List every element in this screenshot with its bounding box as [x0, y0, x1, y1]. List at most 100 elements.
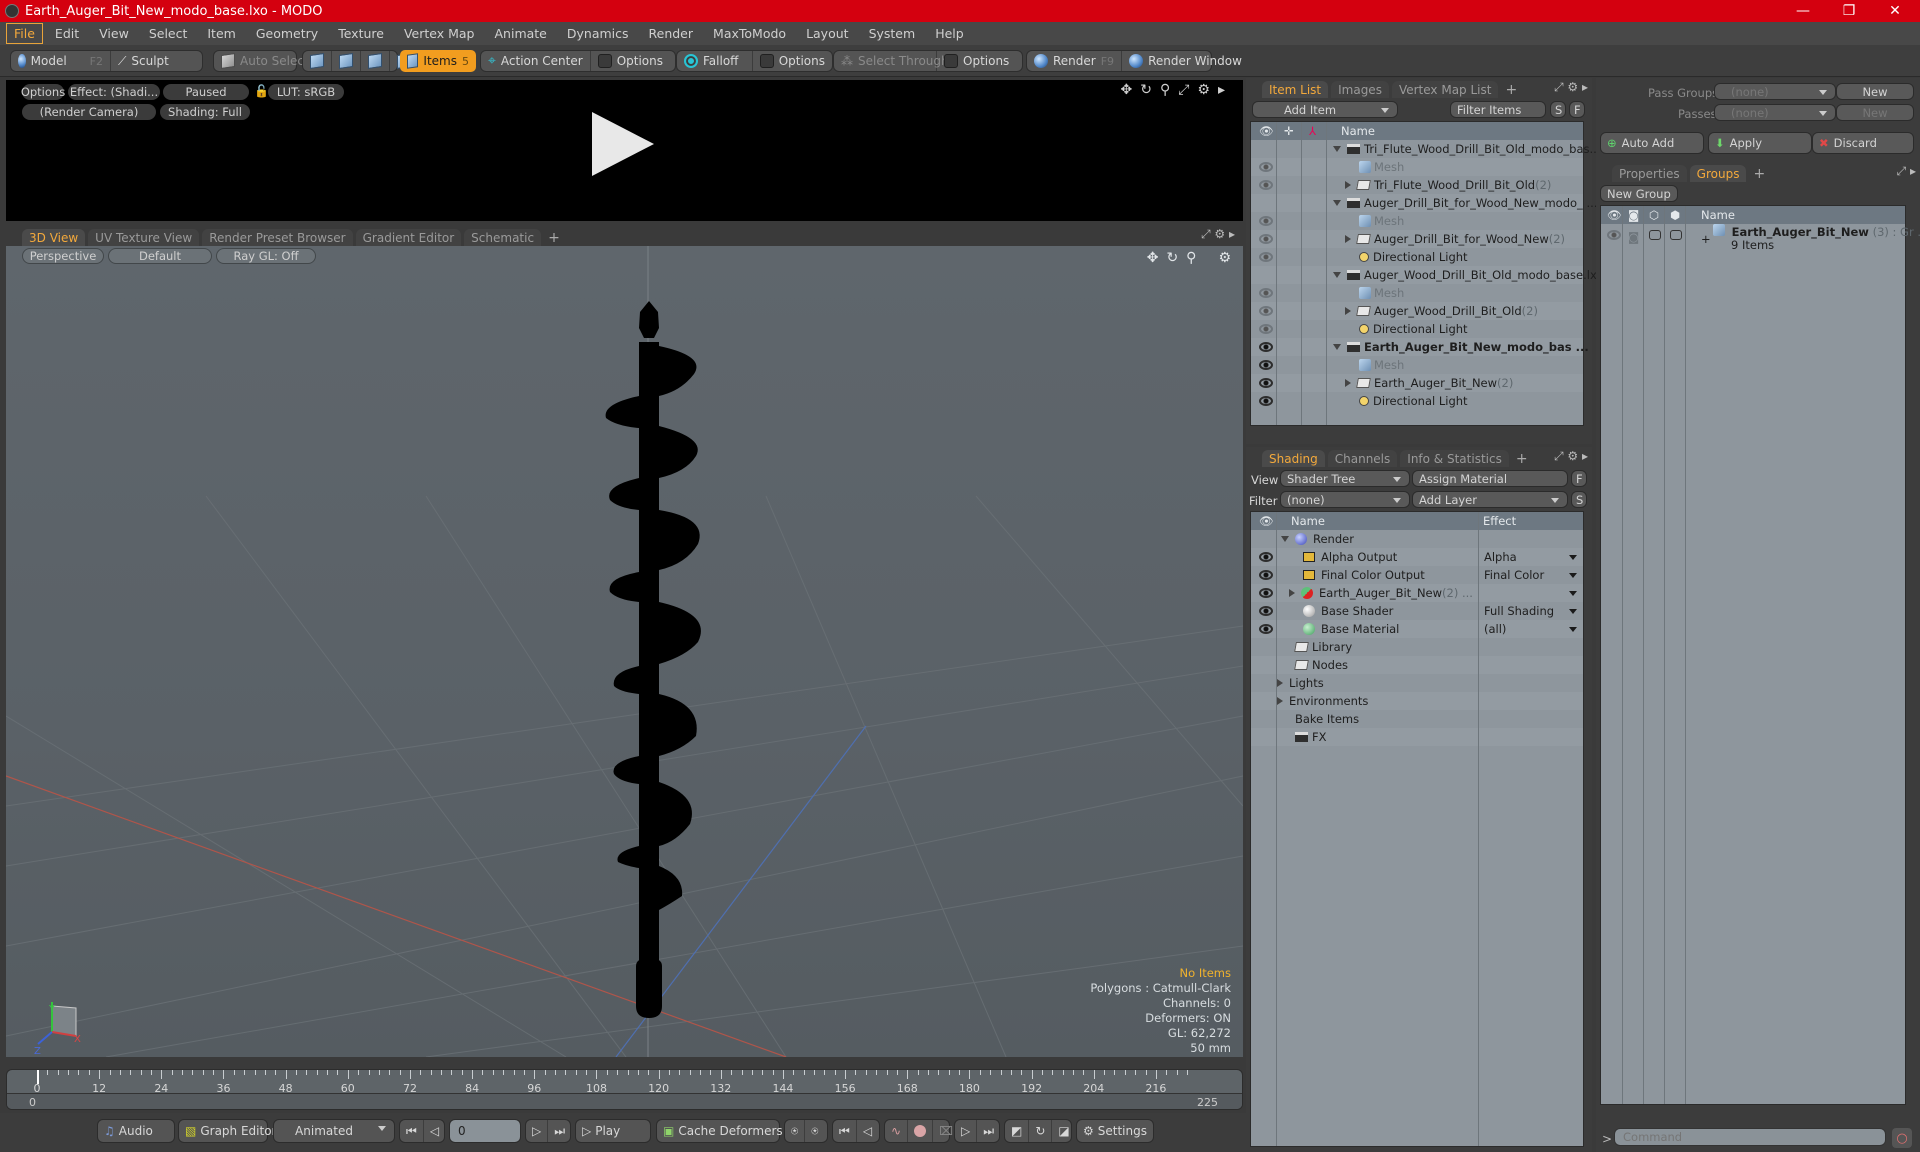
shader-tree-row[interactable]: FX: [1251, 728, 1583, 746]
effect-dropdown-arrow[interactable]: [1569, 590, 1577, 596]
select-through-button[interactable]: ⁂ Select Through: [834, 51, 949, 71]
shader-tree-row[interactable]: Environments: [1251, 692, 1583, 710]
visibility-eye-icon[interactable]: [1259, 306, 1273, 316]
render-toggle-icon[interactable]: ◙: [1628, 230, 1639, 244]
play-button[interactable]: ▷ Play: [575, 1119, 651, 1143]
render-column-icon[interactable]: ◙: [1628, 208, 1639, 222]
shading-dropdown[interactable]: Shading: Full: [160, 104, 250, 120]
menu-maxtomodo[interactable]: MaxToModo: [705, 23, 794, 44]
panel-controls-icon[interactable]: ⤢ ⚙ ▸: [1554, 80, 1588, 95]
add-tab-button[interactable]: +: [1501, 82, 1521, 98]
expand-arrow-icon[interactable]: ▸: [1218, 82, 1225, 98]
lock-icon[interactable]: 🔓: [254, 84, 269, 98]
auto-select-button[interactable]: Auto Select: [214, 51, 316, 71]
effect-dropdown-arrow[interactable]: [1569, 626, 1577, 632]
go-to-end-button[interactable]: ⏭: [548, 1120, 571, 1142]
render-button[interactable]: Render F9: [1027, 51, 1123, 71]
tab-render-preset-browser[interactable]: Render Preset Browser: [202, 229, 353, 246]
visibility-eye-icon[interactable]: [1259, 396, 1273, 406]
select-toggle[interactable]: [1649, 230, 1661, 240]
shader-tree-row[interactable]: Library: [1251, 638, 1583, 656]
viewport-panel-controls[interactable]: ⤢ ⚙ ▸: [1201, 227, 1235, 242]
render-options-button[interactable]: Options: [21, 84, 65, 100]
style-dropdown[interactable]: Default: [108, 248, 212, 264]
gear-icon[interactable]: ⚙: [1218, 250, 1231, 266]
next-frame-button[interactable]: ▷: [526, 1120, 549, 1142]
expand-triangle-icon[interactable]: [1289, 589, 1295, 597]
add-item-dropdown[interactable]: Add Item: [1252, 101, 1398, 118]
prev-key-button[interactable]: ⏮: [833, 1120, 857, 1142]
visibility-eye-icon[interactable]: [1259, 588, 1273, 598]
timeline-ruler[interactable]: 0 12 24 36 48 60 72 84 96 108 120 132 144 156 168 180 19…: [6, 1069, 1243, 1110]
filter-dropdown[interactable]: (none): [1280, 491, 1410, 508]
menu-view[interactable]: View: [91, 23, 137, 44]
shader-tree-row[interactable]: Nodes: [1251, 656, 1583, 674]
command-record-icon[interactable]: ○: [1892, 1128, 1912, 1148]
new-group-button[interactable]: New Group: [1600, 185, 1678, 202]
render-status[interactable]: Paused: [163, 84, 249, 100]
axis-column-icon[interactable]: ⅄: [1309, 124, 1316, 138]
visibility-column-icon[interactable]: 👁: [1259, 514, 1274, 528]
action-center-options-button[interactable]: Options: [591, 51, 670, 71]
effect-value[interactable]: Alpha: [1484, 550, 1517, 564]
passes-dropdown[interactable]: (none): [1714, 104, 1836, 121]
tab-images[interactable]: Images: [1331, 81, 1389, 98]
last-key-button[interactable]: ⏭: [977, 1120, 1000, 1142]
expand-plus-icon[interactable]: +: [1701, 232, 1711, 246]
menu-system[interactable]: System: [861, 23, 924, 44]
menu-file[interactable]: File: [6, 23, 43, 44]
range-end[interactable]: 225: [1197, 1096, 1218, 1109]
frame-field[interactable]: 0: [449, 1119, 521, 1143]
visibility-eye-icon[interactable]: [1259, 234, 1273, 244]
effect-value[interactable]: Full Shading: [1484, 604, 1554, 618]
minimize-button[interactable]: —: [1780, 0, 1826, 22]
select-through-options-button[interactable]: Options: [937, 51, 1016, 71]
collapse-triangle-icon[interactable]: [1333, 146, 1341, 152]
settings-button[interactable]: ⚙ Settings: [1076, 1119, 1154, 1143]
items-mode-button[interactable]: Items 5: [400, 50, 476, 72]
visibility-eye-icon[interactable]: [1259, 360, 1273, 370]
vertices-mode-button[interactable]: [303, 51, 332, 71]
visibility-eye-icon[interactable]: [1259, 552, 1273, 562]
name-column-header[interactable]: Name: [1291, 514, 1325, 528]
visibility-eye-icon[interactable]: [1259, 378, 1273, 388]
collapse-triangle-icon[interactable]: [1281, 536, 1289, 542]
cache-icon[interactable]: ◩: [1005, 1120, 1030, 1142]
menu-texture[interactable]: Texture: [330, 23, 392, 44]
gear-icon[interactable]: ⚙: [1197, 82, 1210, 98]
shader-tree-row[interactable]: Render: [1251, 530, 1583, 548]
expand-triangle-icon[interactable]: [1277, 679, 1283, 687]
prev-key2-button[interactable]: ◁: [857, 1120, 878, 1142]
snap-icon[interactable]: ◪: [1052, 1120, 1075, 1142]
restore-button[interactable]: ❐: [1826, 0, 1872, 22]
tab-vertex-map-list[interactable]: Vertex Map List: [1391, 81, 1499, 98]
visibility-column-icon[interactable]: 👁: [1607, 208, 1622, 222]
key-up-icon[interactable]: ⍟: [785, 1120, 806, 1142]
collapse-triangle-icon[interactable]: [1333, 272, 1341, 278]
model-mode-button[interactable]: Model F2: [11, 51, 111, 71]
panel-controls-icon[interactable]: ⤢ ▸: [1897, 164, 1916, 179]
view-dropdown[interactable]: Shader Tree: [1280, 470, 1410, 487]
f-button[interactable]: F: [1571, 470, 1587, 487]
discard-button[interactable]: ✖ Discard: [1812, 132, 1914, 154]
expand-triangle-icon[interactable]: [1345, 379, 1351, 387]
3d-viewport[interactable]: Perspective Default Ray GL: Off ✥ ↻ ⚲ ⚙ …: [6, 246, 1243, 1057]
expand-triangle-icon[interactable]: [1277, 697, 1283, 705]
next-key-button[interactable]: ▷: [955, 1120, 978, 1142]
menu-animate[interactable]: Animate: [487, 23, 555, 44]
falloff-options-button[interactable]: Options: [753, 51, 832, 71]
edges-mode-button[interactable]: [332, 51, 361, 71]
s-button[interactable]: S: [1550, 101, 1566, 118]
record-button[interactable]: [908, 1120, 934, 1142]
name-column-header[interactable]: Name: [1701, 208, 1735, 222]
tab-channels[interactable]: Channels: [1327, 450, 1398, 467]
effect-dropdown[interactable]: Effect: (Shadi...: [68, 84, 160, 100]
effect-dropdown-arrow[interactable]: [1569, 608, 1577, 614]
effect-dropdown-arrow[interactable]: [1569, 572, 1577, 578]
go-to-start-button[interactable]: ⏮: [400, 1120, 424, 1142]
f-button[interactable]: F: [1569, 101, 1585, 118]
shader-tree-row[interactable]: Base Material (all): [1251, 620, 1583, 638]
visibility-eye-icon[interactable]: [1259, 342, 1273, 352]
expand-triangle-icon[interactable]: [1345, 235, 1351, 243]
visibility-column-icon[interactable]: 👁: [1259, 124, 1274, 138]
